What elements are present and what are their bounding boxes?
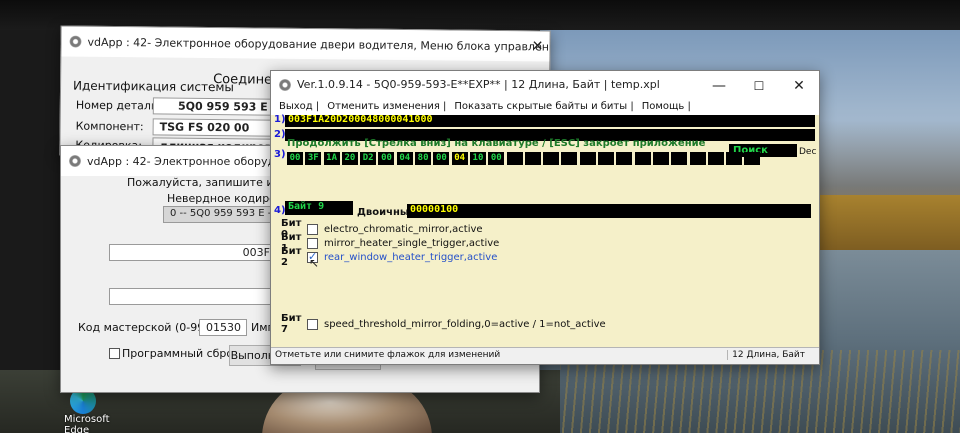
byte-cell[interactable] [579, 152, 596, 165]
software-reset-checkbox[interactable] [109, 348, 120, 359]
byte-cell[interactable] [634, 152, 651, 165]
menu-exit[interactable]: Выход | [271, 101, 319, 112]
row4-number: 4) [274, 205, 286, 216]
back-window-title: vdApp : 42- Электронное оборудование две… [87, 35, 550, 54]
status-length: 12 Длина, Байт [727, 350, 805, 360]
byte-cell[interactable] [561, 152, 578, 165]
second-coding-field[interactable] [109, 288, 284, 305]
byte-cell[interactable] [726, 152, 743, 165]
bit-7-checkbox[interactable] [307, 318, 318, 330]
component-label: Компонент: [75, 119, 144, 134]
bit-description: speed_threshold_mirror_folding,0=active … [324, 318, 606, 330]
menu-undo-changes[interactable]: Отменить изменения | [319, 101, 446, 112]
byte-cell[interactable] [689, 152, 706, 165]
close-icon[interactable]: ✕ [525, 31, 549, 61]
byte-cell[interactable] [524, 152, 541, 165]
row2-number: 2) [274, 129, 286, 140]
workshop-code-input[interactable]: 01530 [199, 319, 247, 336]
editor-titlebar[interactable]: Ver.1.0.9.14 - 5Q0-959-593-E**EXP** | 12… [271, 71, 819, 98]
vdapp-icon [279, 78, 291, 91]
component-value: TSG FS 020 00 [152, 118, 283, 137]
byte-cell[interactable]: 80 [415, 152, 432, 165]
minimize-icon[interactable]: — [699, 71, 739, 101]
byte-cell[interactable] [616, 152, 633, 165]
byte-cell[interactable] [652, 152, 669, 165]
byte-cell[interactable] [598, 152, 615, 165]
byte-cell[interactable]: 3F [305, 152, 322, 165]
edge-icon-label: Microsoft Edge [64, 414, 110, 433]
byte-name: Байт 9 [288, 201, 325, 212]
bit-row-0[interactable]: Бит 0 electro_chromatic_mirror,active [281, 218, 483, 240]
editor-menubar: Выход | Отменить изменения | Показать ск… [271, 98, 819, 115]
menu-show-hidden[interactable]: Показать скрытые байты и биты | [446, 101, 633, 112]
bit-description: rear_window_heater_trigger,active [324, 251, 498, 263]
byte-editor-window: Ver.1.0.9.14 - 5Q0-959-593-E**EXP** | 12… [270, 70, 820, 365]
menu-help[interactable]: Помощь | [634, 101, 691, 112]
bit-description: electro_chromatic_mirror,active [324, 223, 483, 235]
byte-cell[interactable]: 00 [378, 152, 395, 165]
dec-label[interactable]: Dec [799, 147, 816, 157]
binary-value: 00000100 [410, 204, 459, 215]
editor-statusbar: Отметьте или снимите флажок для изменени… [271, 347, 819, 364]
byte-cell[interactable]: 00 [287, 152, 303, 165]
byte-name-box: Байт 9 [285, 201, 353, 215]
byte-cells: 00 3F 1A 20 D2 00 04 80 00 04 10 00 [287, 152, 763, 165]
byte-cell[interactable] [744, 152, 761, 165]
byte-cell[interactable] [543, 152, 560, 165]
system-id-heading: Идентификация системы [72, 78, 234, 95]
hex-string-bar: 003F1A20D200048000041000 [285, 114, 815, 127]
editor-title: Ver.1.0.9.14 - 5Q0-959-593-E**EXP** | 12… [297, 78, 660, 91]
mouse-cursor-icon: ↖ [309, 256, 320, 270]
row3-number: 3) [274, 149, 286, 160]
bit-row-7[interactable]: Бит 7 speed_threshold_mirror_folding,0=a… [281, 313, 606, 335]
byte-cell[interactable]: 04 [396, 152, 413, 165]
byte-cell[interactable]: 00 [488, 152, 505, 165]
back-window-titlebar[interactable]: vdApp : 42- Электронное оборудование две… [61, 26, 550, 62]
coding-field[interactable]: 003F1 [109, 244, 284, 261]
bit-label: Бит 2 [281, 246, 302, 268]
vdapp-icon [69, 155, 81, 167]
byte-cell[interactable] [671, 152, 688, 165]
navigation-hint: Продолжить [Стрелка вниз] на клавиатуре … [287, 138, 706, 149]
bit-0-checkbox[interactable] [307, 223, 318, 235]
bit-description: mirror_heater_single_trigger,active [324, 237, 500, 249]
byte-cell[interactable] [506, 152, 523, 165]
byte-cell[interactable] [707, 152, 724, 165]
byte-cell[interactable]: 10 [469, 152, 486, 165]
bit-label: Бит 7 [281, 313, 302, 335]
byte-cell[interactable]: D2 [360, 152, 377, 165]
byte-cell[interactable]: 20 [341, 152, 358, 165]
hex-string: 003F1A20D200048000041000 [288, 114, 433, 125]
maximize-icon[interactable]: ☐ [739, 71, 779, 101]
vdapp-icon [69, 35, 82, 48]
bit-row-1[interactable]: Бит 1 mirror_heater_single_trigger,activ… [281, 232, 500, 254]
part-number-label: Номер детали: [75, 98, 162, 113]
binary-bar: 00000100 [407, 204, 811, 218]
byte-cell[interactable]: 04 [451, 152, 468, 165]
status-hint: Отметьте или снимите флажок для изменени… [275, 350, 501, 360]
bit-1-checkbox[interactable] [307, 237, 318, 249]
byte-cell[interactable]: 1A [323, 152, 340, 165]
software-reset-label: Программный сброс [122, 347, 240, 360]
byte-cell[interactable]: 00 [433, 152, 450, 165]
new-coding-value: 0 -- 5Q0 959 593 E -- T [163, 206, 283, 223]
close-icon[interactable]: ✕ [779, 71, 819, 101]
row1-number: 1) [274, 114, 286, 125]
